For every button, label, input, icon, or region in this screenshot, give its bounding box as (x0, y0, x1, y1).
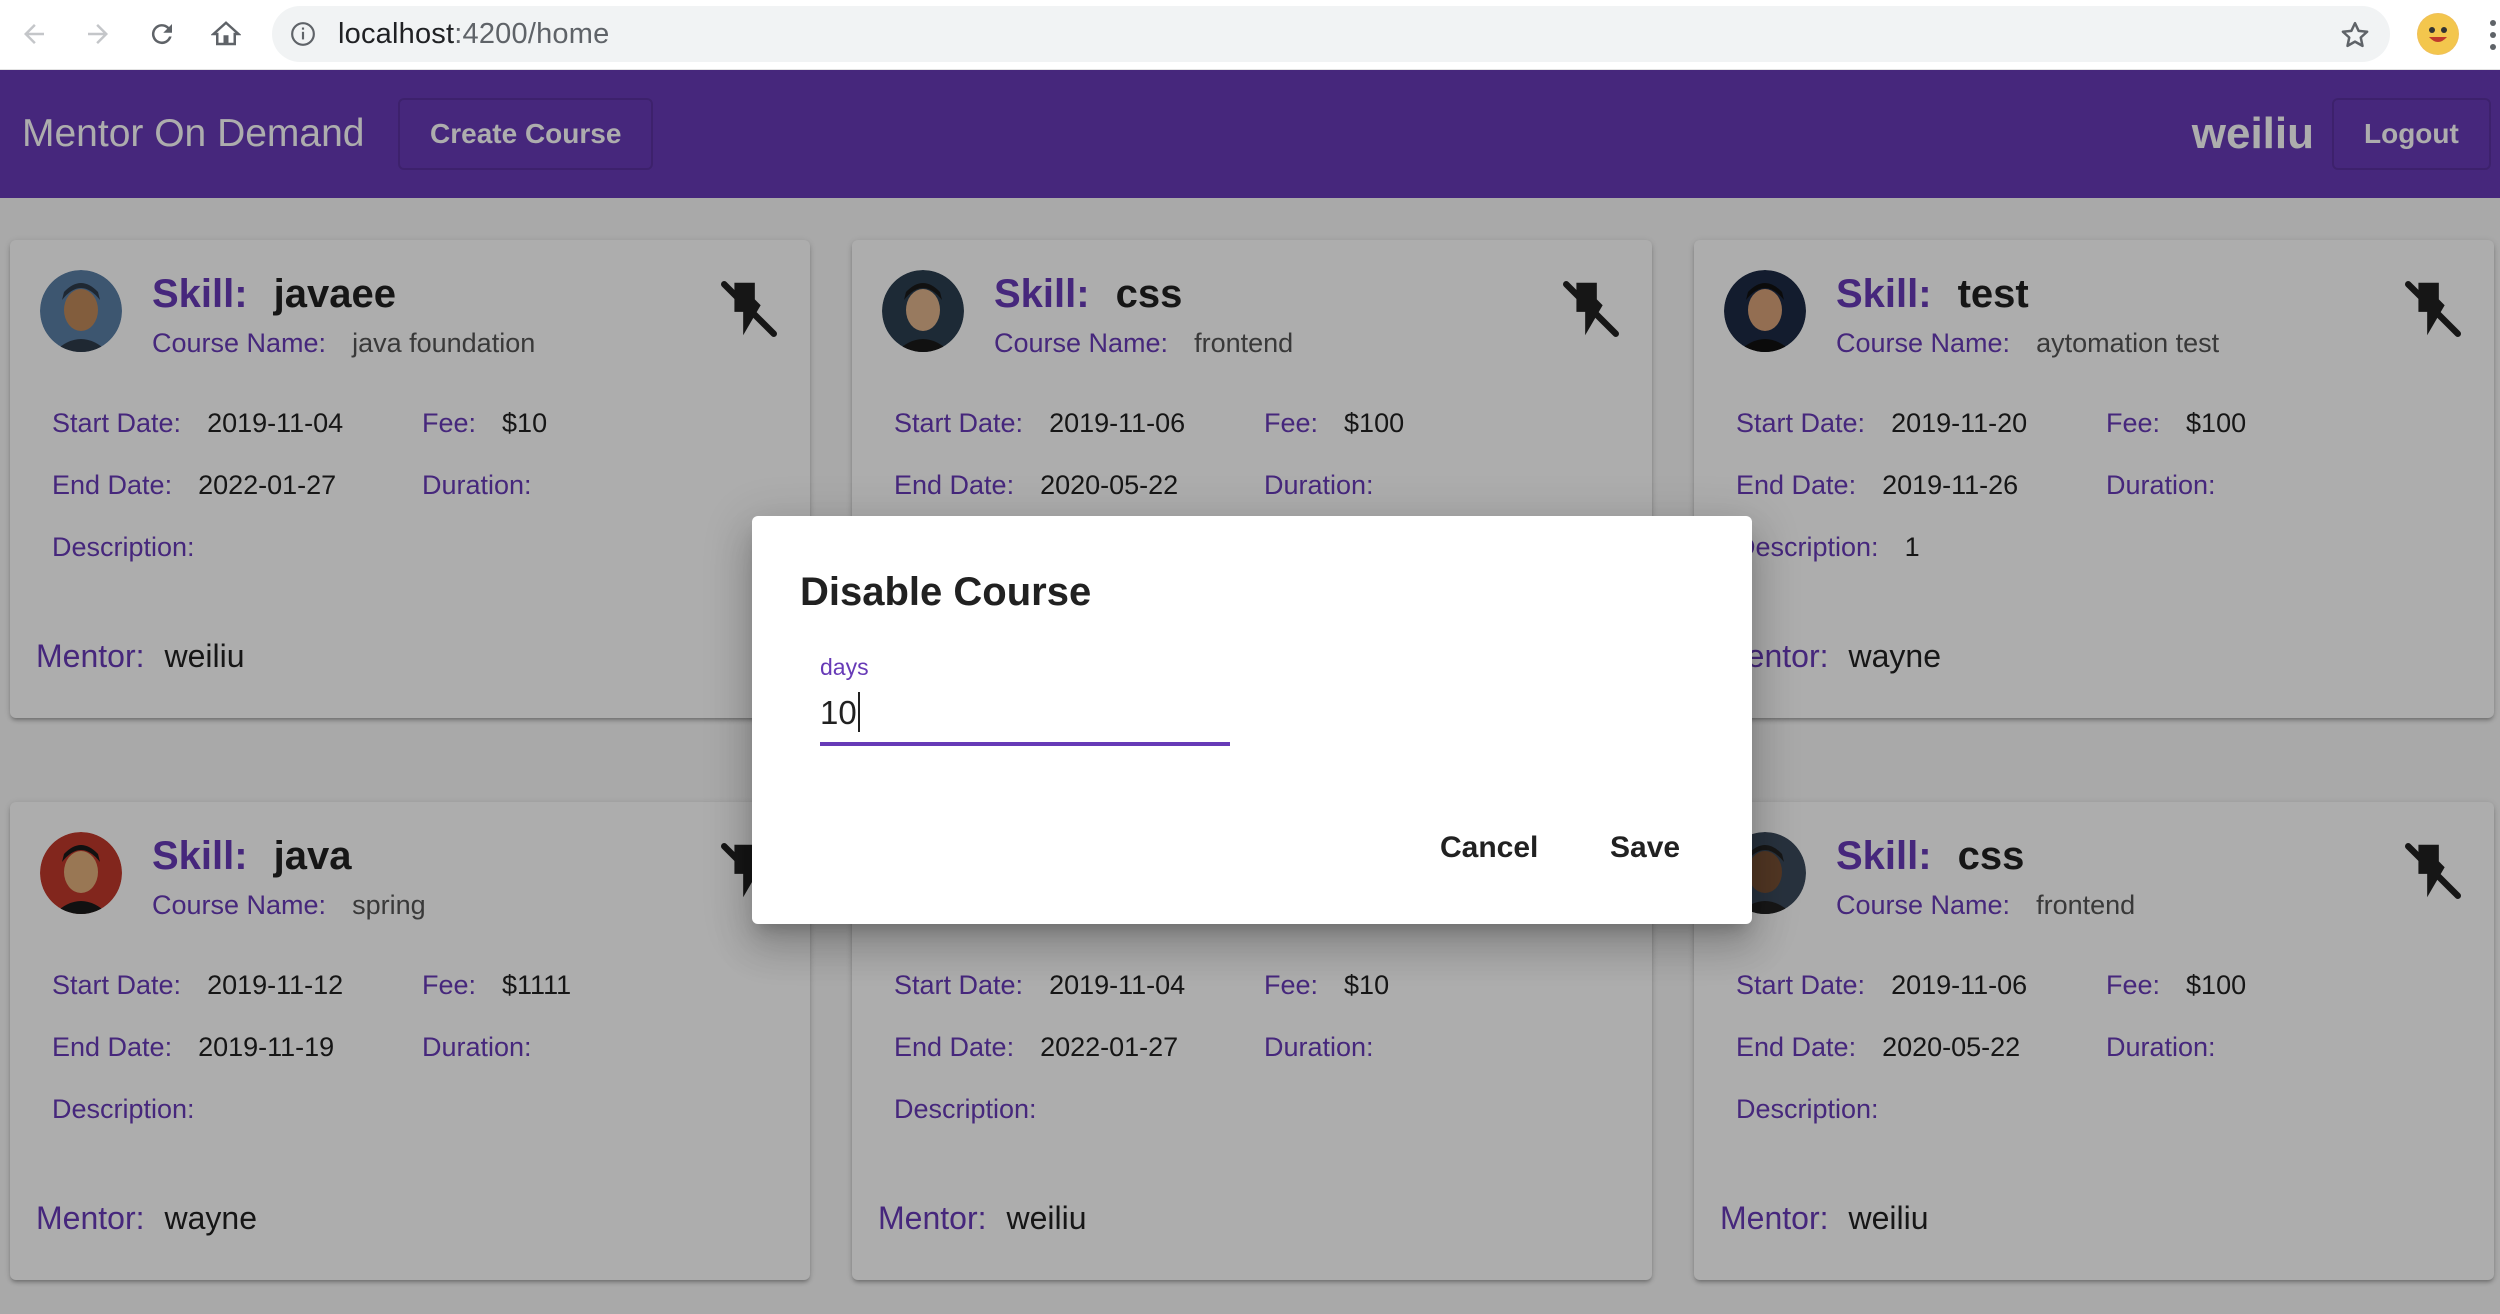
text-caret (858, 692, 860, 732)
address-bar[interactable]: localhost:4200/home (272, 6, 2390, 62)
reload-icon[interactable] (140, 12, 184, 56)
dialog-title: Disable Course (800, 570, 1092, 614)
browser-toolbar: localhost:4200/home (0, 0, 2500, 70)
bookmark-star-icon[interactable] (2340, 20, 2370, 50)
days-field-label: days (820, 654, 869, 680)
days-input-underline (820, 742, 1230, 746)
url-host: localhost (338, 18, 455, 50)
url-text: localhost:4200/home (338, 6, 609, 62)
home-icon[interactable] (204, 12, 248, 56)
url-path: :4200/home (454, 18, 610, 50)
app-page: Mentor On Demand Create Course weiliu Lo… (0, 70, 2500, 1314)
site-info-icon[interactable] (290, 21, 316, 47)
cancel-button[interactable]: Cancel (1418, 816, 1560, 880)
forward-arrow-icon[interactable] (76, 12, 120, 56)
days-input[interactable] (820, 688, 1230, 738)
profile-avatar-icon[interactable] (2417, 13, 2459, 55)
browser-menu-icon[interactable] (2486, 14, 2500, 56)
disable-course-dialog: Disable Course days Cancel Save (752, 516, 1752, 924)
back-arrow-icon[interactable] (12, 12, 56, 56)
save-button[interactable]: Save (1588, 816, 1702, 880)
